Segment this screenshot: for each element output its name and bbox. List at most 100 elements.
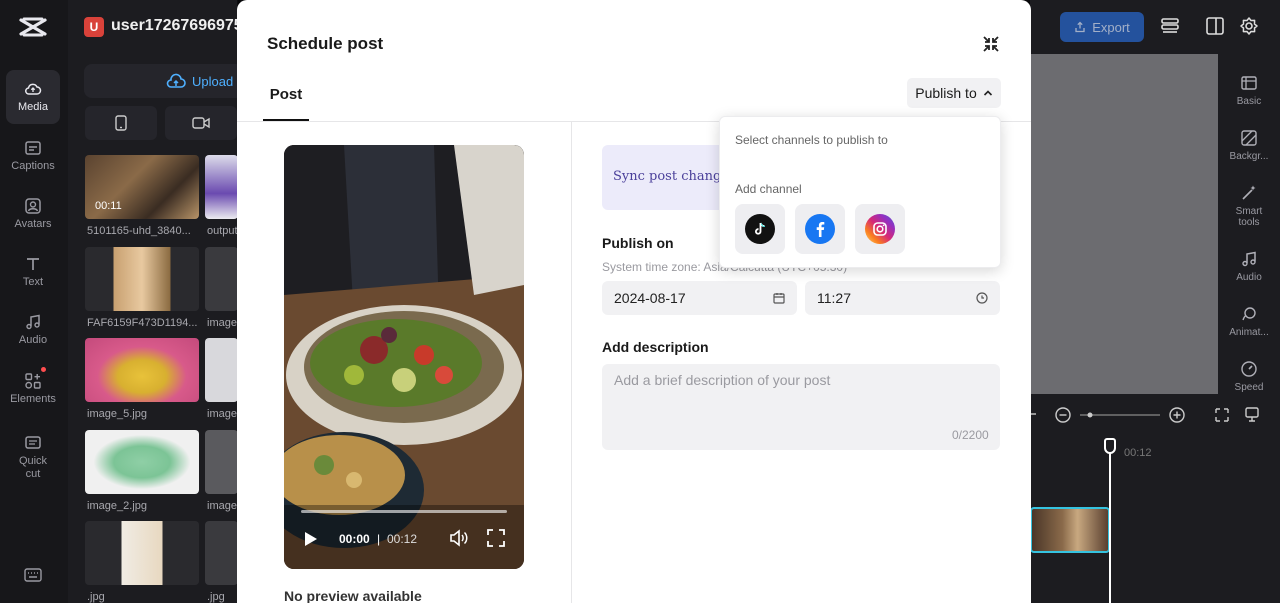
right-item-speed[interactable]: Speed [1218,360,1280,393]
keyboard-icon[interactable] [24,568,42,582]
sidebar-item-avatars[interactable]: Avatars [6,187,60,241]
gear-icon[interactable] [1239,16,1259,36]
phone-icon [115,115,127,131]
sidebar-item-text[interactable]: Text [6,245,60,299]
collapse-icon[interactable] [981,34,1001,54]
video-frame [284,145,524,569]
timeline-clip[interactable] [1030,507,1110,553]
right-item-smart-tools[interactable]: Smart tools [1218,184,1280,228]
add-instagram-button[interactable] [855,204,905,254]
video-controls: 00:00 | 00:12 [284,525,524,555]
media-thumbnail[interactable] [205,247,238,311]
media-thumbnail[interactable] [205,521,238,585]
publish-to-label: Publish to [915,85,977,101]
playhead-handle[interactable] [1104,438,1116,454]
media-label: .jpg [207,591,225,603]
media-label: output... [207,225,237,237]
column-divider [571,122,572,603]
video-progress-bar[interactable] [301,510,507,513]
dialog-title: Schedule post [267,34,384,53]
schedule-post-dialog: Schedule post Post Publish to 00:00 | 00… [237,0,1031,603]
publish-to-button[interactable]: Publish to [907,78,1001,108]
sidebar-item-audio[interactable]: Audio [6,303,60,357]
right-item-label: Smart tools [1235,206,1263,228]
sidebar-item-captions[interactable]: Captions [6,129,60,183]
right-item-basic[interactable]: Basic [1218,74,1280,107]
upload-label: Upload [192,73,234,89]
cloud-icon [25,83,42,95]
clock-icon [976,292,988,304]
magic-wand-icon [1242,185,1256,200]
date-value: 2024-08-17 [614,290,686,306]
media-thumbnail[interactable] [85,338,199,402]
add-facebook-button[interactable] [795,204,845,254]
sidebar-item-label: Captions [11,160,55,172]
sidebar-item-label: Elements [10,393,56,405]
no-preview-text: No preview available [284,588,422,603]
media-thumbnail[interactable]: 00:11 [85,155,199,219]
media-label: FAF6159F473D1194... [87,317,198,329]
phone-upload-button[interactable] [85,106,157,140]
description-field-container [602,364,1000,450]
notification-dot [41,367,46,372]
media-thumbnail[interactable] [85,430,199,494]
sidebar-item-label: Quick cut [18,454,48,480]
media-thumbnail[interactable] [205,155,238,219]
media-thumbnail[interactable] [85,521,199,585]
elements-icon [25,373,41,389]
timeline-panel: 00:12 [1030,394,1280,603]
media-label: image... [207,317,237,329]
facebook-icon [805,214,835,244]
timeline-zoom-controls [1030,407,1259,423]
right-item-label: Basic [1236,96,1262,107]
description-char-count: 0/2200 [952,428,989,442]
right-item-label: Audio [1236,272,1262,283]
right-item-background[interactable]: Backgr... [1218,129,1280,162]
right-item-animation[interactable]: Animat... [1218,305,1280,338]
volume-icon[interactable] [449,529,469,547]
record-button[interactable] [165,106,237,140]
right-item-label: Backgr... [1229,151,1269,162]
canvas-preview [1030,54,1218,394]
export-button[interactable]: Export [1060,12,1144,42]
left-toolbar: Media Captions Avatars Text Audio Elemen… [0,0,68,603]
video-preview[interactable]: 00:00 | 00:12 [284,145,524,569]
media-thumbnail[interactable] [205,430,238,494]
add-channel-label: Add channel [735,182,802,196]
export-icon [1075,21,1085,33]
playhead-line[interactable] [1109,440,1111,603]
quickcut-icon [25,435,41,449]
captions-icon [25,141,41,155]
sidebar-item-media[interactable]: Media [6,70,60,124]
avatar[interactable]: U [84,17,104,37]
time-picker[interactable]: 11:27 [805,281,1000,315]
media-label: image_5.jpg [87,408,147,420]
fullscreen-icon[interactable] [487,529,505,547]
tab-post[interactable]: Post [263,80,309,121]
date-picker[interactable]: 2024-08-17 [602,281,797,315]
media-thumbnail[interactable] [85,247,199,311]
sidebar-item-label: Media [18,101,48,113]
add-tiktok-button[interactable] [735,204,785,254]
cloud-upload-icon [166,73,186,88]
right-item-audio[interactable]: Audio [1218,250,1280,283]
description-input[interactable] [602,364,1000,450]
layout-icon[interactable] [1205,16,1225,36]
music-icon [26,314,40,330]
instagram-icon [865,214,895,244]
right-item-label: Animat... [1229,327,1269,338]
video-duration: 00:12 [387,532,418,546]
stack-icon[interactable] [1160,16,1180,36]
media-label: 5101165-uhd_3840... [87,225,191,237]
video-time-separator: | [377,532,381,546]
sidebar-item-label: Text [22,276,44,288]
description-label: Add description [602,339,709,355]
sidebar-item-quick-cut[interactable]: Quick cut [6,426,60,488]
upload-button[interactable]: Upload [84,64,244,98]
animation-icon [1242,307,1256,321]
publish-on-label: Publish on [602,235,674,251]
media-label: image... [207,408,237,420]
play-icon[interactable] [304,531,318,547]
media-thumbnail[interactable] [205,338,238,402]
sidebar-item-elements[interactable]: Elements [6,362,60,416]
